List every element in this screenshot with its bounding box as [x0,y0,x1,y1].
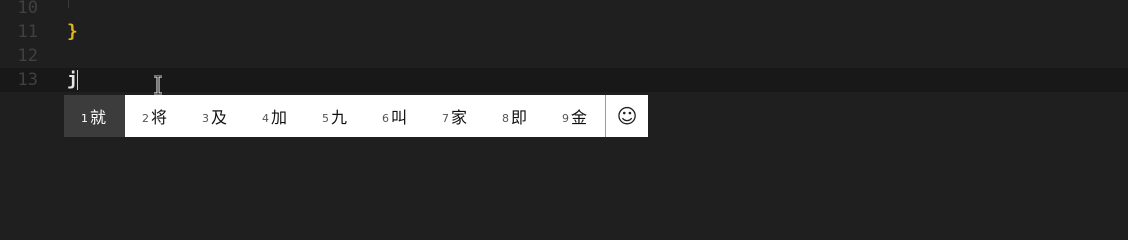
candidate-char: 即 [511,108,528,127]
text-cursor [77,70,78,90]
ime-candidate-4[interactable]: 4 加 [245,95,305,137]
candidate-index: 6 [382,111,389,125]
candidate-char: 叫 [391,108,408,127]
ime-candidate-6[interactable]: 6 叫 [365,95,425,137]
candidate-char: 将 [151,108,168,127]
ime-candidate-7[interactable]: 7 家 [425,95,485,137]
editor-line-13-current: 13 j [0,68,1128,92]
candidate-index: 8 [502,111,509,125]
emoji-button[interactable]: ☺ [605,95,648,137]
candidate-char: 加 [271,108,288,127]
editor-line-12: 12 [0,44,1128,68]
candidate-char: 家 [451,108,468,127]
candidate-char: 及 [211,108,228,127]
candidate-index: 1 [81,111,88,125]
candidate-index: 4 [262,111,269,125]
ime-candidate-5[interactable]: 5 九 [305,95,365,137]
ime-candidate-8[interactable]: 8 即 [485,95,545,137]
line-number: 12 [17,46,38,66]
candidate-index: 7 [442,111,449,125]
line-number: 11 [17,22,38,42]
candidate-index: 2 [142,111,149,125]
ime-candidate-2[interactable]: 2 将 [125,95,185,137]
ime-candidate-1[interactable]: 1 就 [64,95,125,137]
closing-brace: } [67,21,78,42]
code-editor[interactable]: 10 11 } 12 13 j 1 就 2 将 3 及 4 加 5 九 6 叫 … [0,0,1128,234]
candidate-index: 3 [202,111,209,125]
indent-guide [68,0,69,8]
candidate-index: 5 [322,111,329,125]
smiley-icon: ☺ [616,104,638,128]
editor-line-10: 10 [0,0,1128,20]
line-number: 13 [17,70,38,90]
ime-candidate-bar: 1 就 2 将 3 及 4 加 5 九 6 叫 7 家 8 即 9 金 ☺ [64,95,648,137]
candidate-char: 就 [90,108,107,127]
candidate-char: 金 [571,108,588,127]
ibeam-cursor-icon [154,75,162,95]
ime-candidate-9[interactable]: 9 金 [545,95,605,137]
candidate-char: 九 [331,108,348,127]
ime-candidate-3[interactable]: 3 及 [185,95,245,137]
candidate-index: 9 [562,111,569,125]
editor-line-11: 11 } [0,20,1128,44]
line-number: 10 [17,0,38,18]
